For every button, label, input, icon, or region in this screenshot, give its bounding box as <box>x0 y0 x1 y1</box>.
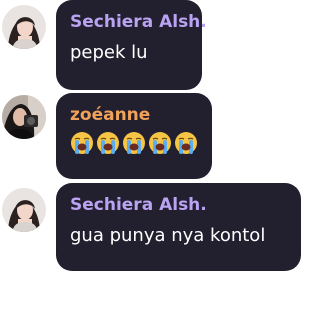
chat-message: Sechiera Alsh. gua punya nya kontol <box>0 183 303 271</box>
loudly-crying-face-icon <box>149 132 171 154</box>
avatar[interactable] <box>2 5 46 49</box>
avatar[interactable] <box>2 95 46 139</box>
loudly-crying-face-icon <box>71 132 93 154</box>
profile-photo-icon <box>2 5 46 49</box>
avatar[interactable] <box>2 188 46 232</box>
message-text: gua punya nya kontol <box>70 225 266 246</box>
loudly-crying-face-icon <box>97 132 119 154</box>
message-bubble: Sechiera Alsh. pepek lu <box>56 0 207 90</box>
loudly-crying-face-icon <box>175 132 197 154</box>
author-name[interactable]: zoéanne <box>70 105 199 125</box>
emoji-row <box>70 131 199 155</box>
message-bubble: zoéanne <box>56 93 212 179</box>
author-name[interactable]: Sechiera Alsh. <box>70 12 207 32</box>
author-name[interactable]: Sechiera Alsh. <box>70 195 288 215</box>
profile-photo-icon <box>2 188 46 232</box>
message-text: pepek lu <box>70 42 148 63</box>
chat-message: zoéanne <box>0 93 303 179</box>
message-bubble: Sechiera Alsh. gua punya nya kontol <box>56 183 301 271</box>
chat-message-list: Sechiera Alsh. pepek lu zoéanne Sechiera… <box>0 0 303 320</box>
loudly-crying-face-icon <box>123 132 145 154</box>
chat-message: Sechiera Alsh. pepek lu <box>0 0 303 90</box>
profile-photo-icon <box>2 95 46 139</box>
